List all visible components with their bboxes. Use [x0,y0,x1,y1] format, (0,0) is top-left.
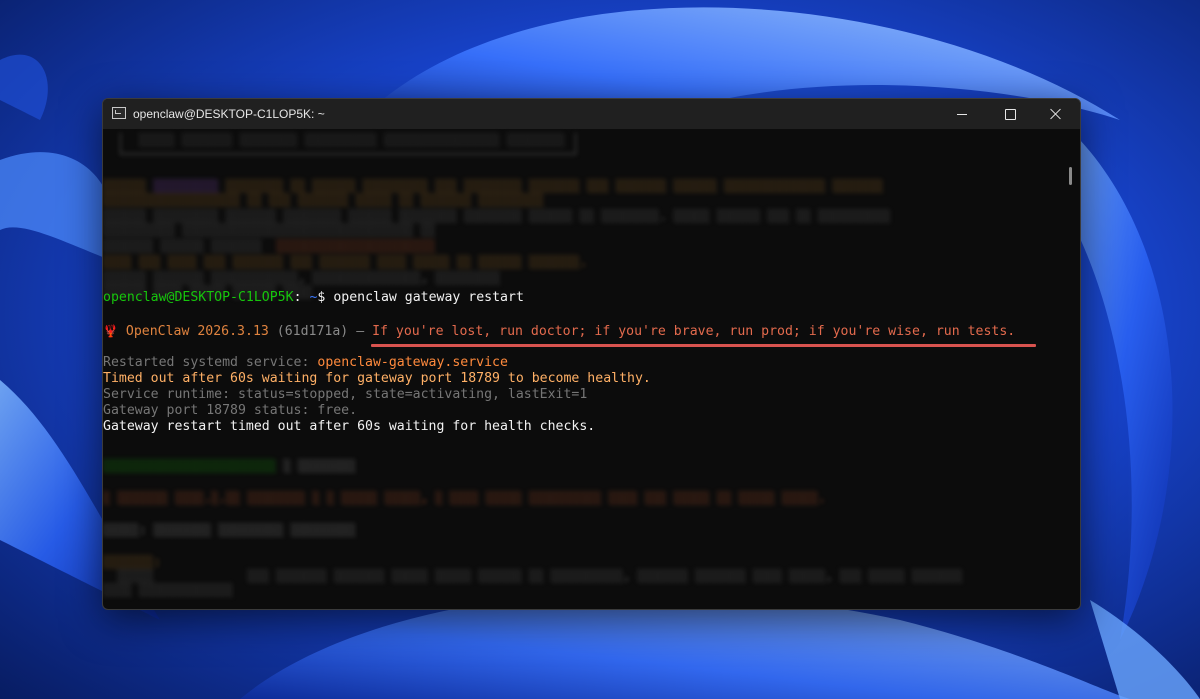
blurred-line: ░░░░░░░░░░░░░░░░░░░░░░░░ ░ ░░░░░░░░ [103,459,356,473]
terminal-icon [112,107,126,119]
blurred-previous-output: │ ░░░░░ ░░░░░░░ ░░░░░░░░ ░░░░░░░░░░ ░░░░… [103,129,1063,299]
title-bar[interactable]: openclaw@DESKTOP-C1LOP5K: ~ [103,99,1080,129]
blurred-line: ░░░░░░ ░░░░░░░░░ ░░░░░░░░ ░░ ░░░░░░ ░░░░… [103,179,884,193]
blurred-line: ░ ░░░░░░░ ░░░░.░.░░ ░░░░░░░░ ░ ░ ░░░░░ ░… [103,491,826,505]
output-line-timeout: Timed out after 60s waiting for gateway … [103,371,651,386]
minimize-icon [957,113,967,115]
terminal-window[interactable]: openclaw@DESKTOP-C1LOP5K: ~ │ ░░░░░ ░░░░… [102,98,1081,610]
maximize-button[interactable] [987,99,1033,129]
blurred-following-output: ░░░░░░░░░░░░░░░░░░░░░░░░ ░ ░░░░░░░░ ░ ░░… [103,459,1063,609]
commit-hash: (61d171a) [276,324,349,339]
minimize-button[interactable] [939,99,985,129]
blurred-line: └───────────────────────────────────────… [117,147,580,161]
output-line-final: Gateway restart timed out after 60s wait… [103,419,596,434]
blurred-line: │ ░░░░░ ░░░░░░░ ░░░░░░░░ ░░░░░░░░░░ ░░░░… [117,133,580,147]
output-line-runtime: Service runtime: status=stopped, state=a… [103,387,588,402]
output-line-port: Gateway port 18789 status: free. [103,403,358,418]
blurred-line: ░░░░░░ ░░░░░░░ ░░░░░░░░░░░░, ░░░░░░░░░░░… [103,271,501,285]
banner-dash: — [356,324,365,339]
window-title: openclaw@DESKTOP-C1LOP5K: ~ [133,107,325,121]
blurred-line: ░░░░░░ ░░░░░░░░░ ░░░░░░░ ░░░░░░░░ ░░░░░░… [103,209,891,223]
output-line-restarted: Restarted systemd service: openclaw-gate… [103,355,508,370]
tagline-highlight-underline [371,344,1036,347]
tagline: If you're lost, run doctor; if you're br… [372,324,1016,339]
service-name: openclaw-gateway.service [317,355,508,370]
app-version: OpenClaw 2026.3.13 [125,324,269,339]
terminal-output[interactable]: │ ░░░░░ ░░░░░░░ ░░░░░░░░ ░░░░░░░░░░ ░░░░… [103,129,1063,609]
command-text: openclaw gateway restart [333,290,524,305]
blurred-line: ░░░░░ ░░░ ░░░░░░░ ░░░░░░░ ░░░░░ ░░░░░ ░░… [103,569,963,583]
blurred-line: ░░░░░: ░░░░░░░░ ░░░░░░░░░ ░░░░░░░░░ [103,523,356,537]
terminal-scrollbar[interactable] [1069,167,1072,185]
close-button[interactable] [1033,99,1079,129]
command-prompt-line: openclaw@DESKTOP-C1LOP5K: ~$ openclaw ga… [103,290,524,305]
blurred-line: ░░░░░░░░░░░░░░░░░░░ ░░ ░░░ ░░░░░░░ ░░░░░… [103,193,544,207]
blurred-line: ░░░░░░░: [103,555,161,569]
blurred-line: ░░░░ ░░░░░░░░░░░░░ [103,583,234,597]
close-icon [1050,108,1062,120]
maximize-icon [1004,108,1016,120]
blurred-line: ░░░░░░░░░░ ░░░░░░░░░░░░░░░░░░░░░░░░░░░░░… [103,223,436,237]
blurred-line: ░░░░ ░░░ ░░░░ ░░░ ░░░░░░░ ░░░ ░░░░░░░ ░░… [103,255,588,269]
banner-line: 🦞 OpenClaw 2026.3.13 (61d171a) — If you'… [103,323,1015,340]
lobster-icon: 🦞 [103,324,118,338]
blurred-line: ░░░░░░░ ░░░░░░ ░░░░░░░ ░░░░░░░░░░░░░░░░░… [103,239,436,253]
prompt-user-host: openclaw@DESKTOP-C1LOP5K [103,290,294,305]
prompt-symbol: $ [317,290,326,305]
